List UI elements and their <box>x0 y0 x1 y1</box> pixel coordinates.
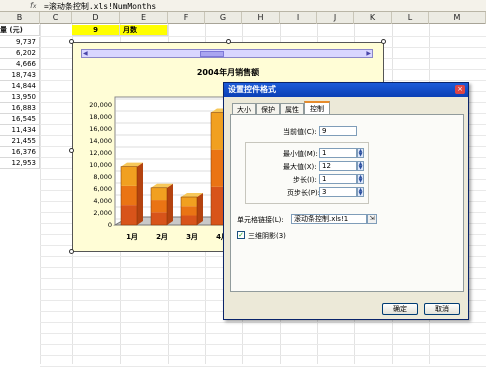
3d-shading-label: 三维阴影(3) <box>248 232 286 240</box>
cell-b-value[interactable]: 12,953 <box>0 158 40 169</box>
page-step-label: 页步长(P): <box>287 189 321 197</box>
step-spinner[interactable]: ▲ ▼ <box>357 174 364 184</box>
column-header-e[interactable]: E <box>120 12 168 24</box>
dialog-title: 设置控件格式 <box>224 83 468 97</box>
chart-y-tick-label: 10,000 <box>89 161 112 169</box>
cell-d1[interactable]: 9 <box>72 25 120 36</box>
chart-bar-segment <box>181 197 197 207</box>
cell-b1[interactable]: 量 (元) <box>0 25 40 36</box>
cell-b-value[interactable]: 6,202 <box>0 48 40 59</box>
current-value-label: 当前值(C): <box>283 128 317 136</box>
cell-link-input[interactable]: 滚动条控制.xls!1 <box>291 214 367 224</box>
column-header-row: B C D E F G H I J K L M <box>0 12 486 24</box>
chart-x-tick-label: 3月 <box>186 233 198 241</box>
chart-bar-segment <box>121 166 137 186</box>
resize-handle[interactable] <box>69 39 74 44</box>
chart-x-tick-label: 1月 <box>126 233 138 241</box>
resize-handle[interactable] <box>226 39 231 44</box>
max-value-input[interactable]: 12 <box>319 161 357 171</box>
ok-button[interactable]: 确定 <box>382 303 418 315</box>
column-header-b[interactable]: B <box>0 12 40 24</box>
page-step-input[interactable]: 3 <box>319 187 357 197</box>
tab-control[interactable]: 控制 <box>304 101 330 115</box>
step-label: 步长(I): <box>293 176 317 184</box>
chart-y-tick-label: 6,000 <box>93 185 112 193</box>
resize-handle[interactable] <box>381 39 386 44</box>
control-tab-panel: 当前值(C): 9 最小值(M): 1 ▲ ▼ 最大值(X): 12 ▲ ▼ 步长(… <box>230 114 464 292</box>
cell-b-value[interactable]: 11,434 <box>0 125 40 136</box>
cell-b-value[interactable]: 21,455 <box>0 136 40 147</box>
cell-b-value[interactable]: 16,376 <box>0 147 40 158</box>
chart-y-tick-label: 2,000 <box>93 209 112 217</box>
chart-bar-segment <box>181 206 197 216</box>
formula-bar: fx =滚动条控制.xls!NumMonths <box>0 0 486 12</box>
min-value-spinner[interactable]: ▲ ▼ <box>357 148 364 158</box>
chart-x-tick-label: 2月 <box>156 233 168 241</box>
step-input[interactable]: 1 <box>319 174 357 184</box>
min-value-label: 最小值(M): <box>283 150 318 158</box>
chart-y-tick-label: 8,000 <box>93 173 112 181</box>
page-step-spinner[interactable]: ▲ ▼ <box>357 187 364 197</box>
chart-bar-segment <box>121 205 137 225</box>
chart-bar-segment <box>121 185 137 206</box>
column-header-d[interactable]: D <box>72 12 120 24</box>
chart-y-tick-label: 16,000 <box>89 125 112 133</box>
collapse-dialog-icon[interactable]: ⇲ <box>367 214 377 224</box>
max-value-spinner[interactable]: ▲ ▼ <box>357 161 364 171</box>
chart-y-tick-label: 4,000 <box>93 197 112 205</box>
cell-link-label: 单元格链接(L): <box>237 216 284 224</box>
column-header-k[interactable]: K <box>354 12 392 24</box>
column-header-l[interactable]: L <box>392 12 429 24</box>
chart-y-tick-label: 18,000 <box>89 113 112 121</box>
chart-bar-side <box>197 193 203 225</box>
chart-bar-segment <box>151 187 167 201</box>
cell-b-value[interactable]: 9,737 <box>0 37 40 48</box>
function-icon[interactable]: fx <box>30 1 36 10</box>
formula-input[interactable]: =滚动条控制.xls!NumMonths <box>44 1 156 12</box>
column-header-i[interactable]: I <box>280 12 317 24</box>
chart-y-tick-label: 12,000 <box>89 149 112 157</box>
chart-bar-segment <box>151 212 167 225</box>
chart-bar-side <box>167 183 173 225</box>
format-control-dialog: 设置控件格式 × 大小 保护 属性 控制 当前值(C): 9 最小值(M): 1… <box>223 82 469 320</box>
cell-b-value[interactable]: 14,844 <box>0 81 40 92</box>
3d-shading-checkbox[interactable]: ✓ <box>237 231 245 239</box>
cell-e1[interactable]: 月数 <box>120 25 168 36</box>
column-header-c[interactable]: C <box>40 12 72 24</box>
close-icon[interactable]: × <box>455 85 465 94</box>
chart-y-tick-label: 14,000 <box>89 137 112 145</box>
cell-b-value[interactable]: 16,545 <box>0 114 40 125</box>
chart-bar-side <box>137 162 143 225</box>
resize-handle[interactable] <box>69 249 74 254</box>
column-header-g[interactable]: G <box>205 12 242 24</box>
column-header-f[interactable]: F <box>168 12 205 24</box>
chart-y-tick-label: 20,000 <box>89 101 112 109</box>
cell-b-value[interactable]: 16,883 <box>0 103 40 114</box>
chart-bar-segment <box>181 215 197 225</box>
cell-b-value[interactable]: 4,666 <box>0 59 40 70</box>
column-header-h[interactable]: H <box>242 12 280 24</box>
cell-b-value[interactable]: 18,743 <box>0 70 40 81</box>
cell-b-value[interactable]: 13,950 <box>0 92 40 103</box>
column-header-j[interactable]: J <box>317 12 354 24</box>
cancel-button[interactable]: 取消 <box>424 303 460 315</box>
column-header-m[interactable]: M <box>429 12 486 24</box>
chart-bar-segment <box>151 200 167 213</box>
resize-handle[interactable] <box>69 148 74 153</box>
current-value-input[interactable]: 9 <box>319 126 357 136</box>
min-value-input[interactable]: 1 <box>319 148 357 158</box>
chart-y-tick-label: 0 <box>108 221 112 229</box>
max-value-label: 最大值(X): <box>283 163 317 171</box>
